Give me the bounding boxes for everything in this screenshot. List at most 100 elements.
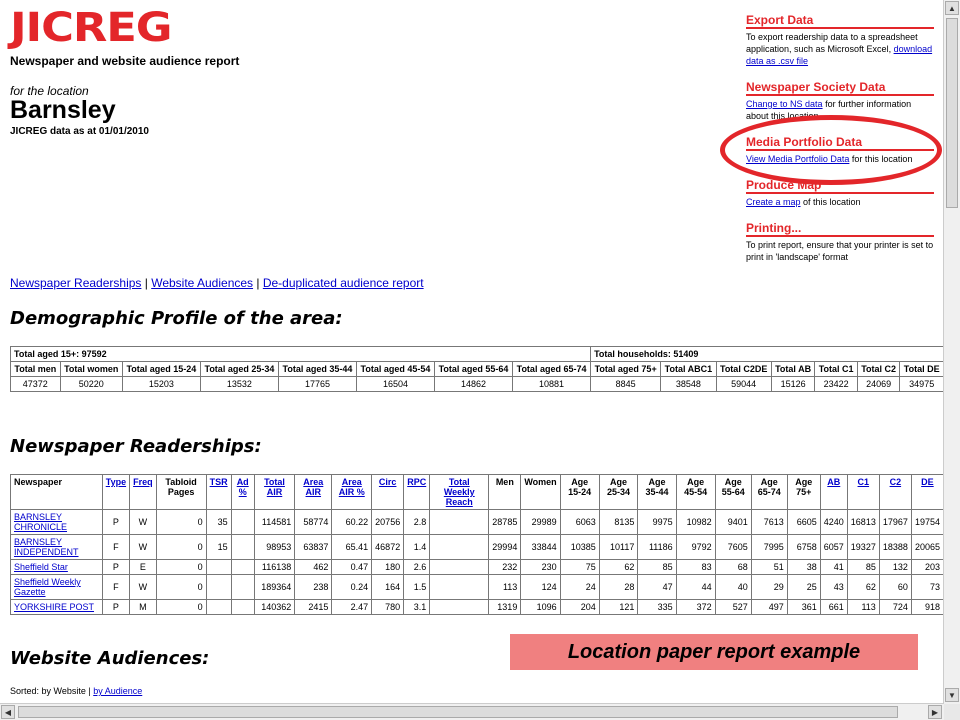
scroll-down-icon[interactable]: ▼ <box>945 688 959 702</box>
data-date: JICREG data as at 01/01/2010 <box>10 126 149 137</box>
data-cell: 10117 <box>598 534 639 560</box>
nav-website-audiences[interactable]: Website Audiences <box>151 276 253 290</box>
data-cell: M <box>129 599 157 615</box>
sort-header-link[interactable]: C2 <box>890 477 902 487</box>
data-cell: 9792 <box>675 534 716 560</box>
data-cell: 140362 <box>253 599 296 615</box>
sortable-header: Ad % <box>230 474 255 510</box>
data-cell: 47 <box>637 574 677 600</box>
demo-header-cell: Total aged 65-74 <box>512 361 592 377</box>
export-text: To export readership data to a spreadshe… <box>746 32 918 54</box>
sort-header-link[interactable]: DE <box>921 477 934 487</box>
nav-deduplicated-report[interactable]: De-duplicated audience report <box>263 276 424 290</box>
newspaper-link[interactable]: YORKSHIRE POST <box>14 602 94 612</box>
data-cell <box>429 509 490 535</box>
data-cell: 780 <box>371 599 405 615</box>
scroll-right-icon[interactable]: ▶ <box>928 705 942 719</box>
newspaper-link[interactable]: Sheffield Weekly Gazette <box>14 577 81 597</box>
sort-header-link[interactable]: TSR <box>210 477 228 487</box>
data-cell: 29994 <box>488 534 522 560</box>
data-cell: 1.4 <box>403 534 431 560</box>
newspaper-link[interactable]: BARNSLEY CHRONICLE <box>14 512 67 532</box>
sort-header-link[interactable]: Circ <box>379 477 397 487</box>
change-ns-link[interactable]: Change to NS data <box>746 99 823 109</box>
sort-header-link[interactable]: Area AIR <box>303 477 323 497</box>
data-cell: W <box>129 574 157 600</box>
section-nav: Newspaper Readerships | Website Audience… <box>10 276 424 290</box>
demo-header-cell: Total aged 25-34 <box>199 361 279 377</box>
newspaper-cell: BARNSLEY INDEPENDENT <box>10 534 103 560</box>
data-cell: 114581 <box>253 509 296 535</box>
sortable-header: Circ <box>371 474 405 510</box>
data-cell: 10385 <box>559 534 600 560</box>
data-cell: 497 <box>750 599 788 615</box>
table-row: Sheffield Weekly Gazette F W 0 189364 238 0.24… <box>10 574 944 600</box>
sort-header-link[interactable]: Total AIR <box>264 477 285 497</box>
demo-value-cell: 34975 <box>899 376 944 392</box>
data-cell: 98953 <box>253 534 296 560</box>
header-cell: Age 75+ <box>786 474 821 510</box>
sortable-header: Freq <box>129 474 157 510</box>
report-page: JICREG Newspaper and website audience re… <box>0 0 944 704</box>
header-cell: Age 65-74 <box>750 474 788 510</box>
sort-header-link[interactable]: AB <box>827 477 840 487</box>
data-cell: F <box>101 534 131 560</box>
sortable-header: C1 <box>846 474 880 510</box>
data-cell: 2.47 <box>331 599 373 615</box>
sort-by-audience-link[interactable]: by Audience <box>93 686 142 696</box>
data-cell: 7995 <box>750 534 788 560</box>
data-cell: 113 <box>488 574 522 600</box>
demo-header-cell: Total aged 45-54 <box>355 361 436 377</box>
sortable-header: Type <box>101 474 131 510</box>
vertical-scroll-thumb[interactable] <box>946 18 958 208</box>
create-map-link[interactable]: Create a map <box>746 197 801 207</box>
data-cell: 33844 <box>520 534 561 560</box>
sort-header-link[interactable]: RPC <box>407 477 426 487</box>
header-cell: Age 15-24 <box>559 474 600 510</box>
demo-header-cell: Total women <box>59 361 123 377</box>
demo-value-cell: 23422 <box>814 376 858 392</box>
scroll-left-icon[interactable]: ◀ <box>1 705 15 719</box>
sortable-header: DE <box>910 474 944 510</box>
scroll-up-icon[interactable]: ▲ <box>945 1 959 15</box>
demo-header-cell: Total C1 <box>814 361 858 377</box>
data-cell: 372 <box>675 599 716 615</box>
data-cell: 232 <box>488 559 522 575</box>
data-cell: 0 <box>155 599 207 615</box>
data-cell: 58774 <box>294 509 333 535</box>
data-cell: 203 <box>910 559 944 575</box>
demo-header-cell: Total AB <box>770 361 816 377</box>
vertical-scrollbar[interactable]: ▲ ▼ <box>943 0 960 704</box>
data-cell <box>205 599 232 615</box>
data-cell: 0.24 <box>331 574 373 600</box>
sort-header-link[interactable]: Area AIR % <box>339 477 365 497</box>
data-cell: 116138 <box>253 559 296 575</box>
data-cell: 462 <box>294 559 333 575</box>
sort-header-link[interactable]: Freq <box>133 477 153 487</box>
newspaper-link[interactable]: Sheffield Star <box>14 562 68 572</box>
newspaper-cell: Sheffield Star <box>10 559 103 575</box>
nav-newspaper-readerships[interactable]: Newspaper Readerships <box>10 276 141 290</box>
demo-value-cell: 15203 <box>121 376 201 392</box>
sortable-header: Total AIR <box>253 474 296 510</box>
newspaper-link[interactable]: BARNSLEY INDEPENDENT <box>14 537 79 557</box>
horizontal-scrollbar[interactable]: ◀ ▶ <box>0 703 944 720</box>
sort-header-link[interactable]: Type <box>106 477 126 487</box>
data-cell: 0 <box>155 534 207 560</box>
demo-header-cell: Total C2 <box>856 361 901 377</box>
sort-header-link[interactable]: Total Weekly Reach <box>444 477 475 507</box>
demo-value-cell: 50220 <box>59 376 123 392</box>
sort-header-link[interactable]: C1 <box>858 477 870 487</box>
sortable-header: TSR <box>205 474 232 510</box>
data-cell: 65.41 <box>331 534 373 560</box>
data-cell <box>205 559 232 575</box>
demo-value-cell: 10881 <box>512 376 592 392</box>
sort-header-link[interactable]: Ad % <box>237 477 249 497</box>
data-cell: W <box>129 509 157 535</box>
print-section: Printing... To print report, ensure that… <box>746 222 934 263</box>
data-cell: P <box>101 559 131 575</box>
horizontal-scroll-thumb[interactable] <box>18 706 898 718</box>
data-cell: E <box>129 559 157 575</box>
data-cell: 6758 <box>786 534 821 560</box>
data-cell: 28785 <box>488 509 522 535</box>
